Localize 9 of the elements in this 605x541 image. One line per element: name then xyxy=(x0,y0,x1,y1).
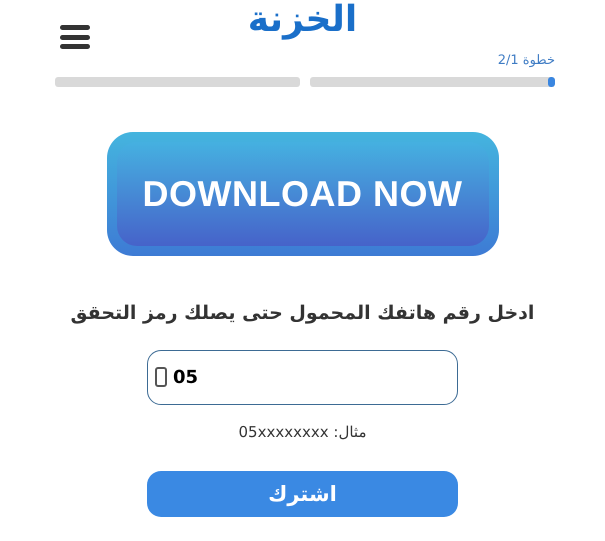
menu-icon[interactable] xyxy=(60,25,90,49)
logo: الخزنة xyxy=(248,2,358,38)
phone-field[interactable]: 05 xyxy=(147,350,458,405)
phone-icon xyxy=(155,367,167,387)
example-text: مثال: 05xxxxxxxx xyxy=(238,423,368,441)
step-label: خطوة 2/1 xyxy=(498,52,555,68)
instruction-text: ادخل رقم هاتفك المحمول حتى يصلك رمز التحقق xyxy=(70,302,536,324)
download-banner[interactable]: DOWNLOAD NOW xyxy=(106,132,498,256)
subscribe-button[interactable]: اشترك xyxy=(147,471,458,517)
